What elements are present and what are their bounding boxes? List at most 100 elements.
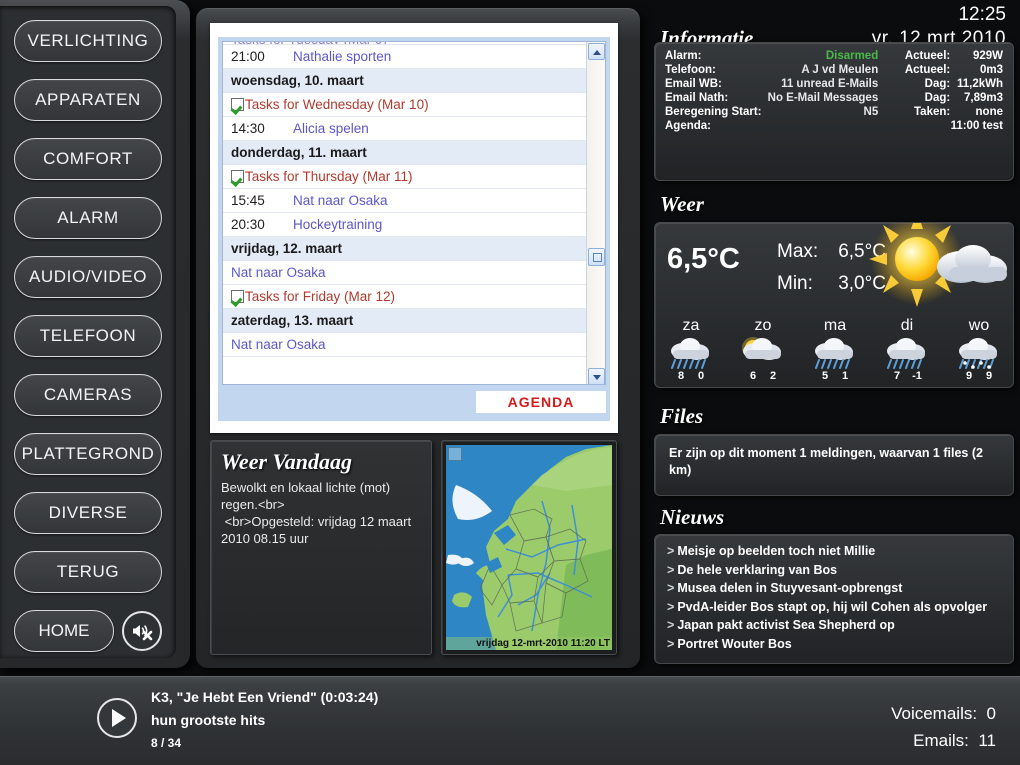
sidebar-item-alarm[interactable]: ALARM [14, 197, 162, 239]
info-row: Email Nath: No E-Mail Messages Dag: 7,89m3 [665, 91, 1003, 105]
scroll-down-icon[interactable] [588, 368, 605, 384]
weather-map-image: vrijdag 12-mrt-2010 11:20 LT [446, 445, 612, 650]
counters: Voicemails: 0 Emails: 11 [891, 700, 996, 754]
rain-icon [799, 336, 871, 369]
checkbox-checked-icon [231, 170, 244, 183]
agenda-day-header[interactable]: vrijdag, 12. maart [223, 237, 588, 261]
agenda-event-title: Nat naar Osaka [293, 193, 388, 208]
info-value-secondary: 0m3 [979, 64, 1003, 76]
forecast-high: 5 [821, 370, 829, 382]
info-label: Beregening Start: [665, 106, 762, 118]
news-bullet-icon: > [667, 581, 675, 595]
sidebar: VERLICHTING APPARATEN COMFORT ALARM AUDIO/VI… [0, 0, 190, 668]
volume-mute-icon[interactable] [122, 611, 162, 651]
forecast-day: zo 6 2 [727, 317, 799, 387]
info-value [767, 119, 950, 133]
forecast-temps: 62 [727, 370, 799, 382]
news-item[interactable]: > De hele verklaring van Bos [667, 561, 1001, 580]
agenda-task-row[interactable]: Tasks for Thursday (Mar 11) [223, 165, 588, 189]
weather-min-label: Min: [777, 273, 813, 294]
voicemails-label: Voicemails: [891, 704, 978, 723]
forecast-day-name: za [682, 317, 700, 334]
news-bullet-icon: > [667, 599, 675, 614]
agenda-task-row[interactable]: Tasks for Wednesday (Mar 10) [223, 93, 588, 117]
info-row: Alarm: Disarmed Actueel: 929W [665, 49, 1003, 63]
app-root: VERLICHTING APPARATEN COMFORT ALARM AUDIO/VI… [0, 0, 1020, 765]
scroll-up-icon[interactable] [588, 43, 605, 60]
agenda-scroll-area[interactable]: Tasks for Tuesday (Mar 9)21:00Nathalie s… [222, 41, 606, 385]
news-item[interactable]: > Meisje op beelden toch niet Millie [667, 542, 1001, 561]
news-bullet-icon: > [667, 636, 675, 651]
agenda-task-title: Tasks for Friday (Mar 12) [245, 289, 396, 304]
agenda-event-title: Nat naar Osaka [231, 265, 326, 280]
agenda-event-row[interactable]: 21:00 Nathalie sporten [223, 45, 588, 69]
news-item[interactable]: > Musea delen in Stuyvesant-opbrengst [667, 579, 1001, 598]
agenda-event-title: Alicia spelen [293, 121, 369, 136]
weather-today-panel: Weer Vandaag Bewolkt en lokaal lichte (m… [210, 440, 432, 655]
info-label: Alarm: [665, 50, 702, 62]
news-item-title: Meisje op beelden toch niet Millie [677, 544, 876, 558]
agenda-event-title: Nat naar Osaka [231, 337, 326, 352]
news-item[interactable]: > Japan pakt activist Sea Shepherd op [667, 616, 1001, 635]
info-panel: Alarm: Disarmed Actueel: 929W Telefoon: A J v… [654, 42, 1014, 181]
agenda-event-row[interactable]: Nat naar Osaka [223, 333, 588, 357]
forecast-low: -1 [912, 370, 922, 382]
sidebar-item-telefoon[interactable]: TELEFOON [14, 315, 162, 357]
play-icon[interactable] [97, 698, 137, 738]
info-value-secondary: 7,89m3 [963, 92, 1003, 104]
right-column: 12:25 vr, 12 mrt 2010 Informatie Alarm: D… [648, 0, 1020, 668]
sidebar-item-home[interactable]: HOME [14, 610, 114, 652]
agenda-day-header[interactable]: zaterdag, 13. maart [223, 309, 588, 333]
sidebar-item-audio-video[interactable]: AUDIO/VIDEO [14, 256, 162, 298]
agenda-event-row[interactable]: 20:30 Hockeytraining [223, 213, 588, 237]
sidebar-item-diverse[interactable]: DIVERSE [14, 492, 162, 534]
news-bullet-icon: > [667, 544, 675, 558]
sleet-icon [943, 336, 1013, 369]
sidebar-item-terug[interactable]: TERUG [14, 551, 162, 593]
weather-map-panel[interactable]: vrijdag 12-mrt-2010 11:20 LT [441, 440, 617, 655]
agenda-label-button[interactable]: AGENDA [476, 391, 606, 413]
sidebar-item-verlichting[interactable]: VERLICHTING [14, 20, 162, 62]
weather-section-title: Weer [660, 192, 704, 216]
info-value-secondary: 11:00 test [950, 120, 1003, 132]
agenda-task-row[interactable]: Tasks for Friday (Mar 12) [223, 285, 588, 309]
sun-behind-cloud-icon [857, 223, 1013, 321]
news-item[interactable]: > Portret Wouter Bos [667, 635, 1001, 654]
agenda-day-header[interactable]: donderdag, 11. maart [223, 141, 588, 165]
agenda-scrollbar[interactable] [586, 42, 605, 384]
forecast-temps: 7 -1 [871, 370, 943, 382]
scrollbar-thumb[interactable] [588, 248, 605, 266]
files-text: Er zijn op dit moment 1 meldingen, waarv… [669, 446, 983, 477]
voicemails-counter: Voicemails: 0 [891, 700, 996, 727]
sidebar-item-apparaten[interactable]: APPARATEN [14, 79, 162, 121]
forecast-day-name: di [900, 317, 914, 334]
forecast-low: 2 [769, 370, 777, 382]
agenda-event-time: 14:30 [231, 121, 265, 136]
media-album: hun grootste hits [151, 712, 266, 728]
agenda-event-row[interactable]: 15:45 Nat naar Osaka [223, 189, 588, 213]
forecast-day-name: zo [754, 317, 772, 334]
emails-counter: Emails: 11 [891, 727, 996, 754]
info-label: Email WB: [665, 78, 722, 90]
agenda-card: Tasks for Tuesday (Mar 9)21:00Nathalie s… [210, 23, 618, 433]
sidebar-item-plattegrond[interactable]: PLATTEGROND [14, 433, 162, 475]
forecast-low: 0 [697, 370, 705, 382]
agenda-day-header[interactable]: woensdag, 10. maart [223, 69, 588, 93]
agenda-row-partial-bottom[interactable] [223, 357, 588, 367]
agenda-event-row[interactable]: 14:30 Alicia spelen [223, 117, 588, 141]
news-item[interactable]: > PvdA-leider Bos stapt op, hij wil Cohen… [667, 598, 1001, 617]
sidebar-inner: VERLICHTING APPARATEN COMFORT ALARM AUDIO/VI… [0, 6, 176, 658]
agenda-list: Tasks for Tuesday (Mar 9)21:00Nathalie s… [223, 42, 588, 367]
sidebar-item-cameras[interactable]: CAMERAS [14, 374, 162, 416]
info-label: Email Nath: [665, 92, 729, 104]
sidebar-item-comfort[interactable]: COMFORT [14, 138, 162, 180]
agenda-footer: AGENDA [222, 385, 606, 417]
forecast-day: ma 5 1 [799, 317, 871, 387]
info-row: Email WB: 11 unread E-Mails Dag: 11,2kWh [665, 77, 1003, 91]
info-value-secondary: 11,2kWh [956, 78, 1003, 90]
info-label-secondary: Actueel: [904, 50, 951, 62]
agenda-event-row[interactable]: Nat naar Osaka [223, 261, 588, 285]
voicemails-value: 0 [986, 704, 996, 723]
forecast-low: 1 [841, 370, 849, 382]
forecast-high: 6 [749, 370, 757, 382]
